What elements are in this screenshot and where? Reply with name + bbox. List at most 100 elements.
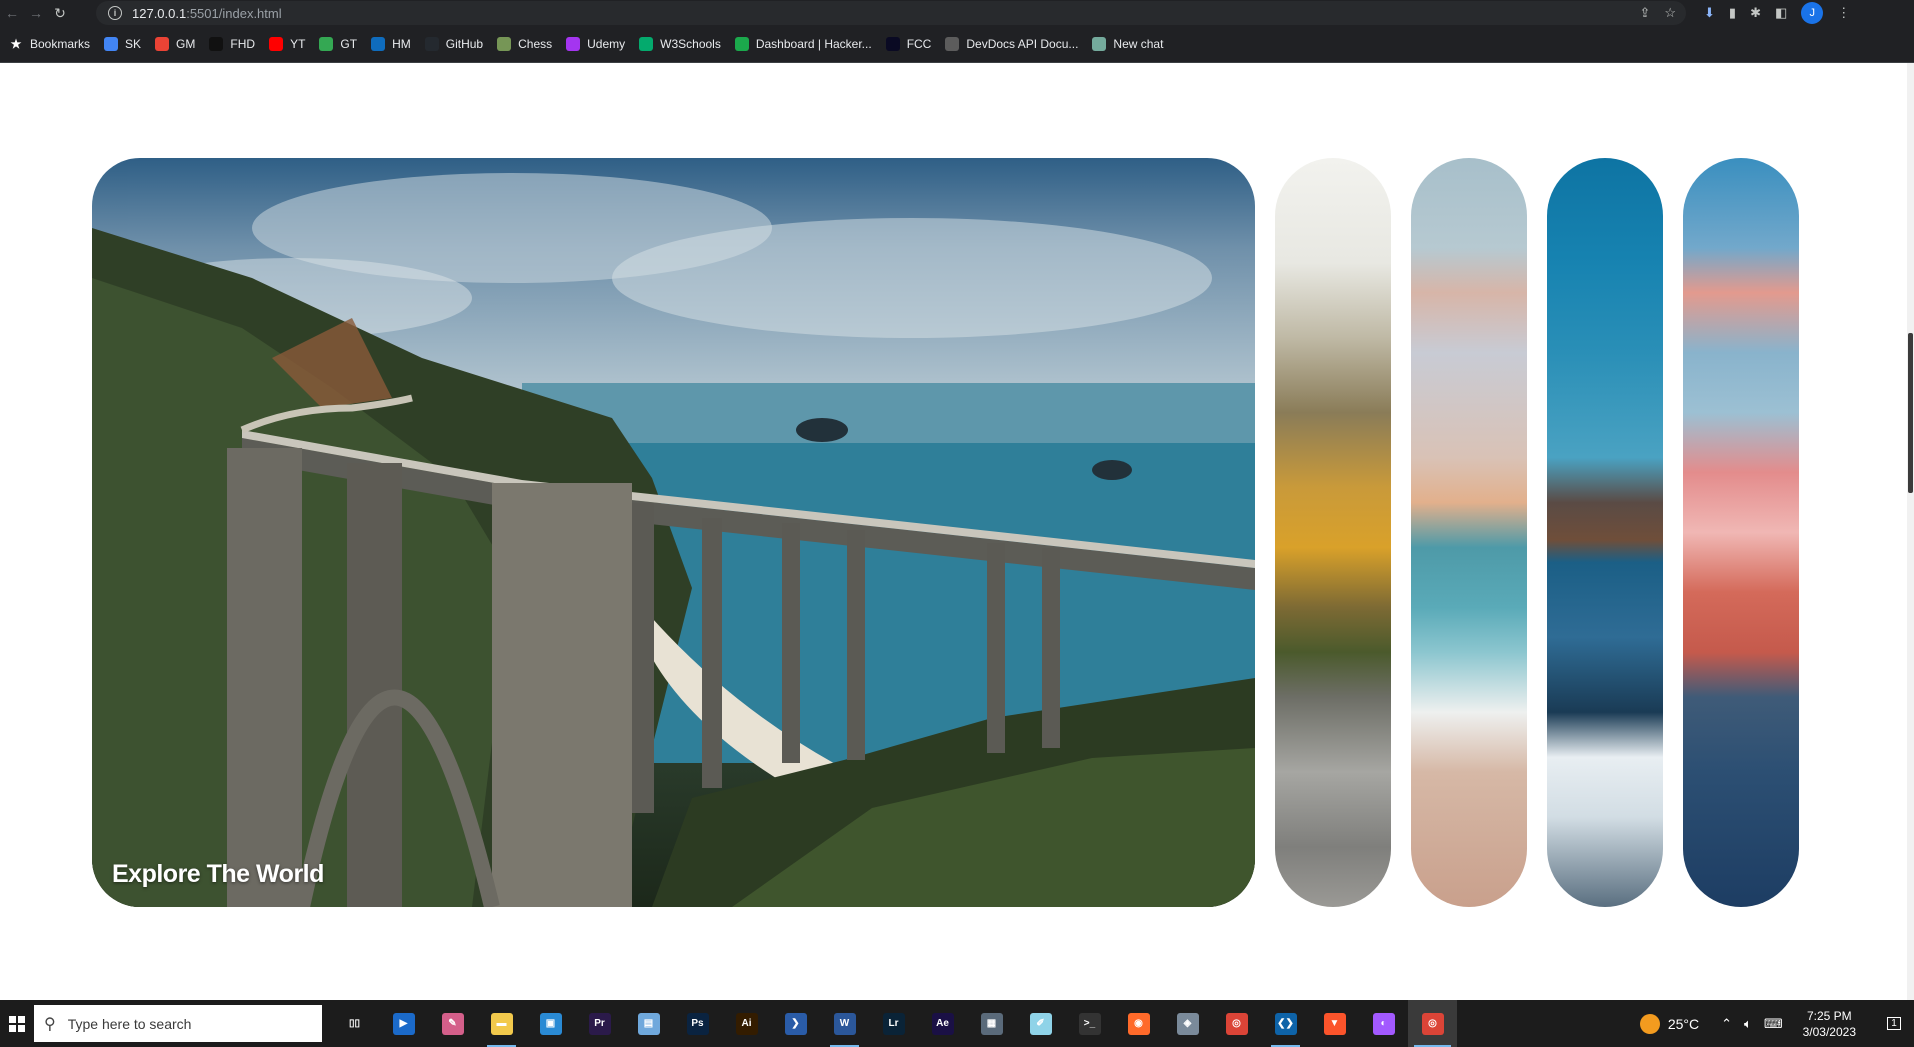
bookmark-udemy[interactable]: Udemy: [559, 31, 632, 57]
card-mountain[interactable]: [1683, 158, 1799, 907]
taskbar-app[interactable]: Ae: [918, 1000, 967, 1047]
notepad-icon: ✐: [1029, 1012, 1052, 1035]
address-bar[interactable]: i 127.0.0.1:5501/index.html ⇪ ☆: [96, 1, 1686, 25]
bookmark-github[interactable]: GitHub: [418, 31, 490, 57]
keyboard-icon[interactable]: ⌨: [1764, 1016, 1783, 1032]
bookmark-label: New chat: [1113, 37, 1164, 51]
taskbar-search[interactable]: ⚲ Type here to search: [34, 1005, 322, 1042]
taskbar-app[interactable]: ◉: [1114, 1000, 1163, 1047]
menu-icon[interactable]: ⋮: [1837, 5, 1850, 21]
reload-icon[interactable]: ↻: [48, 2, 72, 24]
bookmarks-bar: ★ Bookmarks SK GM FHD YT GT HM GitHub Chess Udemy W…: [0, 26, 1914, 63]
taskbar-app[interactable]: Ai: [722, 1000, 771, 1047]
taskbar-app[interactable]: Pr: [575, 1000, 624, 1047]
back-icon[interactable]: ←: [0, 2, 24, 24]
card-city[interactable]: [1547, 158, 1663, 907]
bookmark-bookmarks[interactable]: ★ Bookmarks: [2, 31, 97, 57]
taskbar-app[interactable]: ▶: [379, 1000, 428, 1047]
clock[interactable]: 7:25 PM 3/03/2023: [1803, 1008, 1856, 1040]
weather-widget[interactable]: 25°C: [1639, 1013, 1700, 1034]
illustrator-icon: Ai: [735, 1012, 758, 1035]
download-icon[interactable]: ⬇: [1704, 5, 1715, 21]
brave-icon: ▼: [1323, 1012, 1346, 1035]
card-forest[interactable]: [1275, 158, 1391, 907]
scrollbar-thumb[interactable]: [1908, 333, 1913, 493]
taskbar-app[interactable]: ❯: [771, 1000, 820, 1047]
taskbar-app[interactable]: >_: [1065, 1000, 1114, 1047]
taskbar-app[interactable]: Ps: [673, 1000, 722, 1047]
star-icon: ★: [10, 37, 22, 51]
bookmark-gt[interactable]: GT: [312, 31, 364, 57]
notification-count: 1: [1887, 1017, 1901, 1030]
start-button[interactable]: [0, 1000, 34, 1047]
taskbar-app[interactable]: ❮❯: [1261, 1000, 1310, 1047]
chess-icon: [497, 37, 512, 51]
taskbar-app[interactable]: ✐: [1016, 1000, 1065, 1047]
side-panel-icon[interactable]: ◧: [1775, 5, 1787, 21]
bookmark-sk[interactable]: SK: [97, 31, 148, 57]
card-beach[interactable]: [1411, 158, 1527, 907]
firefox-icon: ◉: [1127, 1012, 1150, 1035]
lightroom-icon: Lr: [882, 1012, 905, 1035]
gmail-icon: [155, 37, 170, 51]
taskbar-app[interactable]: Lr: [869, 1000, 918, 1047]
weather-temp: 25°C: [1667, 1015, 1700, 1032]
bookmark-chess[interactable]: Chess: [490, 31, 559, 57]
bookmark-devdocs-api-docu[interactable]: DevDocs API Docu...: [938, 31, 1085, 57]
paint-icon: ✎: [441, 1012, 464, 1035]
search-placeholder: Type here to search: [67, 1015, 192, 1032]
site-info-icon[interactable]: i: [108, 6, 122, 20]
taskbar-app[interactable]: ▣: [526, 1000, 575, 1047]
hackerrank-icon: [734, 37, 749, 51]
taskbar-app[interactable]: ◈: [1163, 1000, 1212, 1047]
bookmark-label: Bookmarks: [30, 37, 91, 51]
profile-avatar[interactable]: J: [1801, 2, 1824, 24]
taskbar-app[interactable]: ▯▯: [330, 1000, 379, 1047]
bookmark-hm[interactable]: HM: [364, 31, 418, 57]
bookmark-gm[interactable]: GM: [148, 31, 202, 57]
volume-icon[interactable]: 🔈︎: [1744, 1016, 1752, 1032]
notification-icon[interactable]: 1: [1874, 1017, 1914, 1030]
main-card-bridge[interactable]: Explore The World: [92, 158, 1255, 907]
extension-pin-icon[interactable]: ▮: [1729, 5, 1736, 21]
chatgpt-icon: [1092, 37, 1107, 51]
bookmark-fhd[interactable]: FHD: [202, 31, 262, 57]
taskbar-app[interactable]: ▼: [1310, 1000, 1359, 1047]
bookmark-label: Udemy: [587, 37, 626, 51]
bookmark-yt[interactable]: YT: [262, 31, 312, 57]
windows-taskbar: ⚲ Type here to search ▯▯ ▶ ✎ ▬ ▣ Pr ▤ Ps Ai ❯ W Lr A…: [0, 1000, 1914, 1047]
outlook-icon: [371, 37, 386, 51]
share-icon[interactable]: ⇪: [1639, 5, 1650, 21]
taskbar-app[interactable]: ◐: [1359, 1000, 1408, 1047]
scrollbar[interactable]: [1907, 63, 1914, 1000]
taskbar-app[interactable]: ▤: [624, 1000, 673, 1047]
bookmark-star-icon[interactable]: ☆: [1664, 5, 1676, 21]
document-icon: ▤: [637, 1012, 660, 1035]
photoshop-icon: Ps: [686, 1012, 709, 1035]
bookmark-w3schools[interactable]: W3Schools: [632, 31, 728, 57]
taskbar-app[interactable]: ✎: [428, 1000, 477, 1047]
search-icon: ⚲: [44, 1015, 56, 1033]
taskbar-app[interactable]: ◎: [1408, 1000, 1457, 1047]
forward-icon[interactable]: →: [24, 2, 48, 24]
taskbar-app[interactable]: ▦: [967, 1000, 1016, 1047]
taskbar-app[interactable]: ◎: [1212, 1000, 1261, 1047]
bookmark-dashboard-hacker[interactable]: Dashboard | Hacker...: [728, 31, 879, 57]
browser-toolbar: ← → ↻ i 127.0.0.1:5501/index.html ⇪ ☆ ⬇ …: [0, 0, 1914, 26]
udemy-icon: [566, 37, 581, 51]
bookmark-new-chat[interactable]: New chat: [1085, 31, 1170, 57]
taskbar-app[interactable]: W: [820, 1000, 869, 1047]
bookmark-label: W3Schools: [660, 37, 721, 51]
bookmark-label: YT: [290, 37, 306, 51]
bookmark-label: HM: [392, 37, 411, 51]
word-icon: W: [833, 1012, 856, 1035]
terminal-icon: >_: [1078, 1012, 1101, 1035]
bookmark-fcc[interactable]: FCC: [879, 31, 939, 57]
chevron-up-icon[interactable]: ⌃: [1721, 1016, 1732, 1032]
bookmark-label: SK: [125, 37, 142, 51]
bookmark-label: FCC: [906, 37, 932, 51]
extensions-icon[interactable]: ✱: [1750, 5, 1761, 21]
bookmark-label: Dashboard | Hacker...: [755, 37, 872, 51]
taskbar-app[interactable]: ▬: [477, 1000, 526, 1047]
after-effects-icon: Ae: [931, 1012, 954, 1035]
